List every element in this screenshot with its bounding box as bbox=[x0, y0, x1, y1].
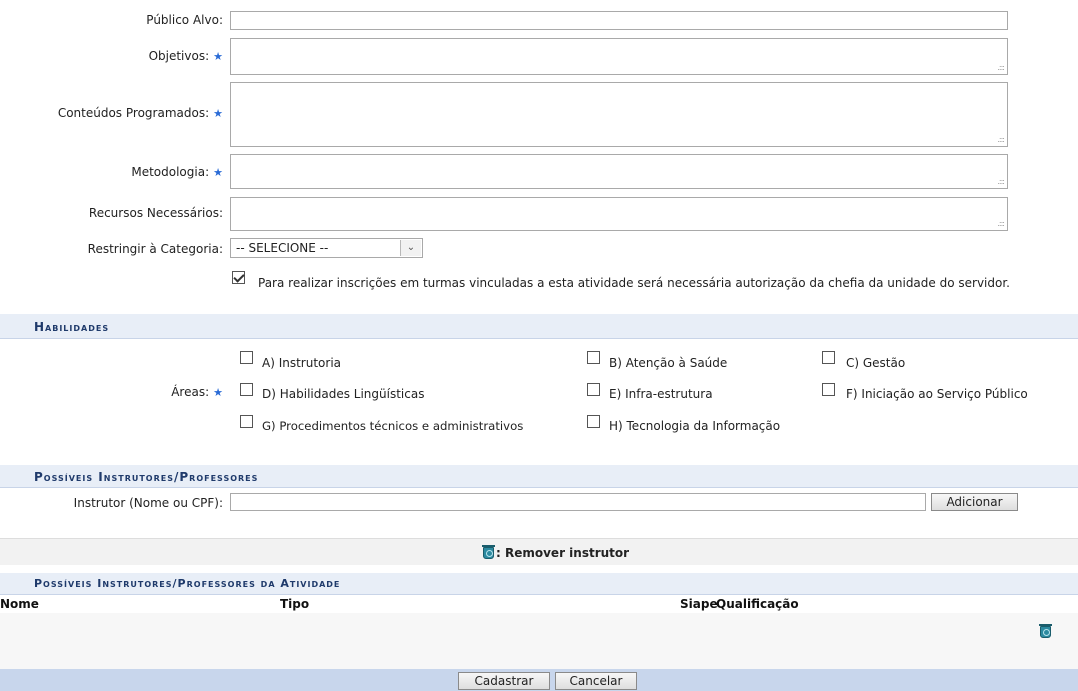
area-g-checkbox[interactable] bbox=[240, 415, 253, 428]
areas-label-text: Áreas: bbox=[171, 385, 210, 399]
chevron-down-icon[interactable]: ⌄ bbox=[400, 240, 421, 256]
adicionar-button[interactable]: Adicionar bbox=[931, 493, 1018, 511]
metodologia-label-text: Metodologia: bbox=[131, 165, 210, 179]
area-g-label[interactable]: G) Procedimentos técnicos e administrati… bbox=[262, 419, 523, 433]
column-header-tipo: Tipo bbox=[280, 597, 310, 611]
cancelar-button[interactable]: Cancelar bbox=[555, 672, 637, 690]
resize-grip-icon[interactable]: .::: bbox=[997, 136, 1005, 144]
instrutor-input[interactable] bbox=[230, 493, 926, 511]
column-header-siape: Siape bbox=[680, 597, 718, 611]
objetivos-label-text: Objetivos: bbox=[148, 49, 210, 63]
area-h-checkbox[interactable] bbox=[587, 415, 600, 428]
area-h-label[interactable]: H) Tecnologia da Informação bbox=[609, 419, 780, 433]
area-e-checkbox[interactable] bbox=[587, 383, 600, 396]
area-d-label[interactable]: D) Habilidades Lingüísticas bbox=[262, 387, 424, 401]
area-f-checkbox[interactable] bbox=[822, 383, 835, 396]
area-c-checkbox[interactable] bbox=[822, 351, 835, 364]
atividade-section-header: Possíveis Instrutores/Professores da Ati… bbox=[0, 573, 1078, 595]
objetivos-textarea[interactable]: .::: bbox=[230, 38, 1008, 75]
column-header-qualificacao: Qualificação bbox=[716, 597, 799, 611]
recursos-textarea[interactable]: .::: bbox=[230, 197, 1008, 231]
areas-label: Áreas: ★ bbox=[171, 385, 223, 399]
conteudos-label-text: Conteúdos Programados: bbox=[57, 106, 210, 120]
area-d-checkbox[interactable] bbox=[240, 383, 253, 396]
categoria-select-value: -- SELECIONE -- bbox=[236, 241, 329, 255]
required-star-icon: ★ bbox=[213, 50, 223, 63]
metodologia-textarea[interactable]: .::: bbox=[230, 154, 1008, 189]
table-header-row: Nome Tipo Siape Qualificação bbox=[0, 595, 1078, 613]
publico-alvo-input[interactable] bbox=[230, 11, 1008, 30]
column-header-nome: Nome bbox=[0, 597, 39, 611]
table-row bbox=[0, 613, 1078, 669]
instrutor-label: Instrutor (Nome ou CPF): bbox=[73, 496, 223, 510]
required-star-icon: ★ bbox=[213, 386, 223, 399]
form-footer: Cadastrar Cancelar bbox=[0, 669, 1078, 691]
recursos-label: Recursos Necessários: bbox=[88, 206, 223, 220]
legend-text: : Remover instrutor bbox=[496, 546, 630, 560]
legend-bar: : Remover instrutor bbox=[0, 538, 1078, 565]
area-a-checkbox[interactable] bbox=[240, 351, 253, 364]
area-b-label[interactable]: B) Atenção à Saúde bbox=[609, 356, 727, 370]
resize-grip-icon[interactable]: .::: bbox=[997, 178, 1005, 186]
required-star-icon: ★ bbox=[213, 107, 223, 120]
restringir-label: Restringir à Categoria: bbox=[87, 242, 223, 256]
autorizacao-text: Para realizar inscrições em turmas vincu… bbox=[258, 276, 1010, 290]
area-a-label[interactable]: A) Instrutoria bbox=[262, 356, 341, 370]
habilidades-section-header: Habilidades bbox=[0, 314, 1078, 339]
instrutores-section-header: Possíveis Instrutores/Professores bbox=[0, 465, 1078, 488]
conteudos-textarea[interactable]: .::: bbox=[230, 82, 1008, 147]
area-c-label[interactable]: C) Gestão bbox=[846, 356, 905, 370]
cadastrar-button[interactable]: Cadastrar bbox=[458, 672, 550, 690]
resize-grip-icon[interactable]: .::: bbox=[997, 64, 1005, 72]
publico-alvo-label: Público Alvo: bbox=[146, 13, 223, 27]
objetivos-label: Objetivos: ★ bbox=[149, 49, 223, 63]
resize-grip-icon[interactable]: .::: bbox=[997, 220, 1005, 228]
categoria-select[interactable]: -- SELECIONE -- ⌄ bbox=[230, 238, 423, 258]
trash-icon[interactable] bbox=[1039, 624, 1052, 638]
required-star-icon: ★ bbox=[213, 166, 223, 179]
trash-icon bbox=[482, 545, 495, 559]
conteudos-label: Conteúdos Programados: ★ bbox=[58, 106, 223, 120]
area-f-label[interactable]: F) Iniciação ao Serviço Público bbox=[846, 387, 1028, 401]
area-b-checkbox[interactable] bbox=[587, 351, 600, 364]
area-e-label[interactable]: E) Infra-estrutura bbox=[609, 387, 713, 401]
metodologia-label: Metodologia: ★ bbox=[131, 165, 223, 179]
